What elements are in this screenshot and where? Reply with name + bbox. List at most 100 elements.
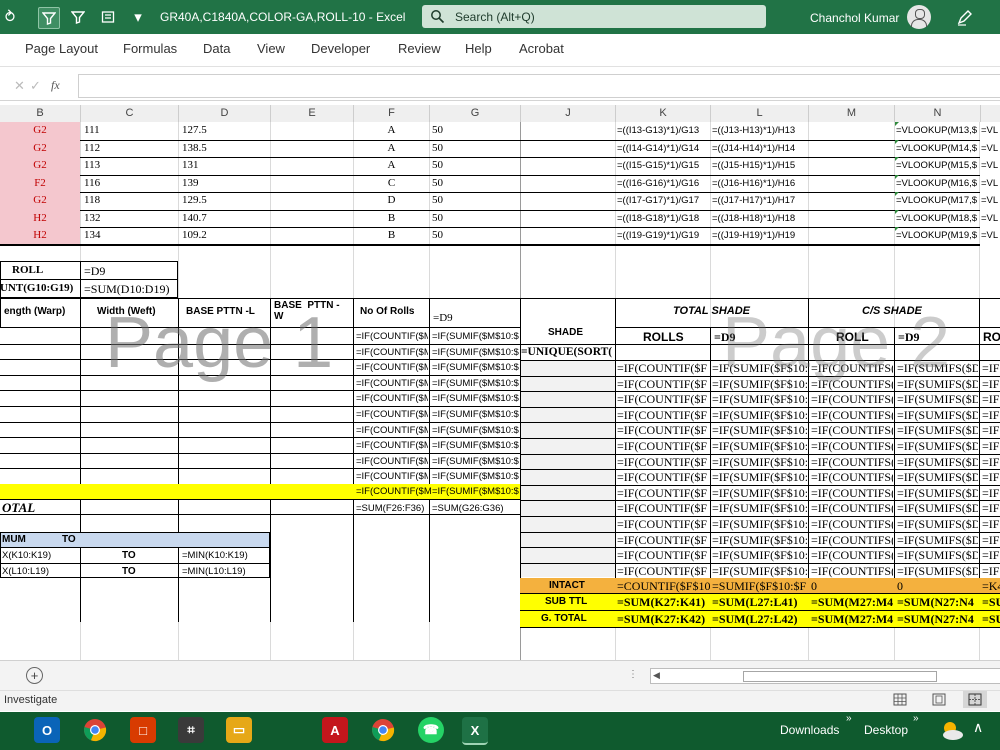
autosave-icon[interactable]: ⥁ [0,7,20,27]
cell-g[interactable]: 50 [432,158,517,173]
total-f[interactable]: =SUM(F26:F36) [356,503,424,514]
cell-c[interactable]: 113 [84,158,174,173]
excel-icon[interactable]: X [462,717,488,745]
cell-b[interactable]: G2 [0,193,80,208]
right-m-formula[interactable]: =IF(COUNTIFS( [811,564,893,579]
filter-icon[interactable] [38,7,60,29]
tab-developer[interactable]: Developer [311,41,370,56]
right-k-formula[interactable]: =IF(COUNTIF($F [617,423,709,438]
right-l-formula[interactable]: =IF(SUMIF($F$10: [712,486,807,501]
left-g-formula[interactable]: =IF(SUMIF($M$10:$ [432,393,519,404]
cell-l[interactable]: =((J19-H19)*1)/H19 [712,230,807,241]
left-f-formula[interactable]: =IF(COUNTIF($M [356,425,428,436]
left-f-formula[interactable]: =IF(COUNTIF($M [356,393,428,404]
right-o-formula[interactable]: =IF [982,501,1000,516]
right-k-formula[interactable]: =IF(COUNTIF($F [617,361,709,376]
add-sheet-icon[interactable]: + [26,667,43,684]
cell-c[interactable]: 134 [84,228,174,243]
file-explorer-icon[interactable]: ▭ [226,717,252,743]
right-n-formula[interactable]: =IF(SUMIFS($D [897,470,978,485]
weather-icon[interactable] [939,719,965,748]
right-k-formula[interactable]: =IF(COUNTIF($F [617,486,709,501]
cell-d[interactable]: 127.5 [182,123,267,138]
right-o-formula[interactable]: =IF [982,439,1000,454]
downloads-expand-icon[interactable]: » [846,713,852,724]
cell-n[interactable]: =VLOOKUP(M16,$ [896,178,978,189]
cell-o[interactable]: =VL [981,178,1000,189]
subttl-m[interactable]: =SUM(M27:M4 [811,595,893,610]
cell-n[interactable]: =VLOOKUP(M18,$ [896,213,978,224]
right-o-formula[interactable]: =IF [982,470,1000,485]
cell-k[interactable]: =((I15-G15)*1)/G15 [617,160,709,171]
cell-o[interactable]: =VL [981,125,1000,136]
column-header-k[interactable]: K [616,105,711,122]
formula-input[interactable] [78,74,1000,98]
right-o-formula[interactable]: =IF [982,486,1000,501]
right-l-formula[interactable]: =IF(SUMIF($F$10: [712,455,807,470]
user-name[interactable]: Chanchol Kumar [810,11,899,25]
right-n-formula[interactable]: =IF(SUMIFS($D [897,408,978,423]
right-n-formula[interactable]: =IF(SUMIFS($D [897,486,978,501]
right-o-formula[interactable]: =IF [982,423,1000,438]
right-n-formula[interactable]: =IF(SUMIFS($D [897,439,978,454]
tab-data[interactable]: Data [203,41,230,56]
cell-k[interactable]: =((I18-G18)*1)/G18 [617,213,709,224]
tab-formulas[interactable]: Formulas [123,41,177,56]
right-k-formula[interactable]: =IF(COUNTIF($F [617,564,709,579]
right-o-formula[interactable]: =IF [982,548,1000,563]
cell-g[interactable]: 50 [432,211,517,226]
cell-k[interactable]: =((I17-G17)*1)/G17 [617,195,709,206]
scroll-left-icon[interactable]: ◀ [653,670,660,681]
right-n-formula[interactable]: =IF(SUMIFS($D [897,548,978,563]
left-f-formula[interactable]: =IF(COUNTIF($M [356,471,428,482]
gtotal-n[interactable]: =SUM(N27:N4 [897,612,978,627]
page-layout-view-icon[interactable] [932,693,946,711]
cell-g[interactable]: 50 [432,141,517,156]
yellow-f-formula[interactable]: =IF(COUNTIF($M [356,486,432,497]
normal-view-icon[interactable] [893,693,907,711]
right-l-formula[interactable]: =IF(SUMIF($F$10: [712,533,807,548]
right-l-formula[interactable]: =IF(SUMIF($F$10: [712,408,807,423]
cell-n[interactable]: =VLOOKUP(M13,$ [896,125,978,136]
count-value[interactable]: =SUM(D10:D19) [84,282,169,297]
left-g-formula[interactable]: =IF(SUMIF($M$10:$ [432,347,519,358]
right-o-formula[interactable]: =IF [982,377,1000,392]
right-o-formula[interactable]: =IF [982,408,1000,423]
right-k-formula[interactable]: =IF(COUNTIF($F [617,501,709,516]
cell-n[interactable]: =VLOOKUP(M14,$ [896,143,978,154]
right-n-formula[interactable]: =IF(SUMIFS($D [897,423,978,438]
column-header-e[interactable]: E [271,105,354,122]
cell-l[interactable]: =((J14-H14)*1)/H14 [712,143,807,154]
right-k-formula[interactable]: =IF(COUNTIF($F [617,408,709,423]
desktop-expand-icon[interactable]: » [913,713,919,724]
tab-help[interactable]: Help [465,41,492,56]
gtotal-o[interactable]: =SU [982,612,1000,627]
roll-value[interactable]: =D9 [84,264,105,279]
right-n-formula[interactable]: =IF(SUMIFS($D [897,517,978,532]
right-m-formula[interactable]: =IF(COUNTIFS( [811,501,893,516]
cell-b[interactable]: G2 [0,141,80,156]
cell-d[interactable]: 109.2 [182,228,267,243]
office-icon[interactable]: □ [130,717,156,743]
cell-o[interactable]: =VL [981,160,1000,171]
gtotal-k[interactable]: =SUM(K27:K42) [617,612,705,627]
yellow-g-formula[interactable]: =IF(SUMIF($M$10:$ [432,486,519,497]
scrollbar-thumb[interactable] [743,671,937,682]
column-header-j[interactable]: J [521,105,616,122]
downloads-toolbar[interactable]: Downloads [780,723,839,737]
intact-n[interactable]: 0 [897,579,903,594]
right-k-formula[interactable]: =IF(COUNTIF($F [617,517,709,532]
right-m-formula[interactable]: =IF(COUNTIFS( [811,423,893,438]
right-k-formula[interactable]: =IF(COUNTIF($F [617,470,709,485]
cell-n[interactable]: =VLOOKUP(M17,$ [896,195,978,206]
column-header-n[interactable]: N [895,105,981,122]
cell-k[interactable]: =((I13-G13)*1)/G13 [617,125,709,136]
worksheet-grid[interactable]: G2 111 127.5 A 50 =((I13-G13)*1)/G13 =((J13-H1… [0,122,1000,660]
column-header-m[interactable]: M [809,105,895,122]
show-hidden-icons[interactable]: ∧ [973,719,983,736]
tab-view[interactable]: View [257,41,285,56]
cell-f[interactable]: D [354,193,429,208]
right-k-formula[interactable]: =IF(COUNTIF($F [617,439,709,454]
right-l-formula[interactable]: =IF(SUMIF($F$10: [712,501,807,516]
left-f-formula[interactable]: =IF(COUNTIF($M [356,409,428,420]
